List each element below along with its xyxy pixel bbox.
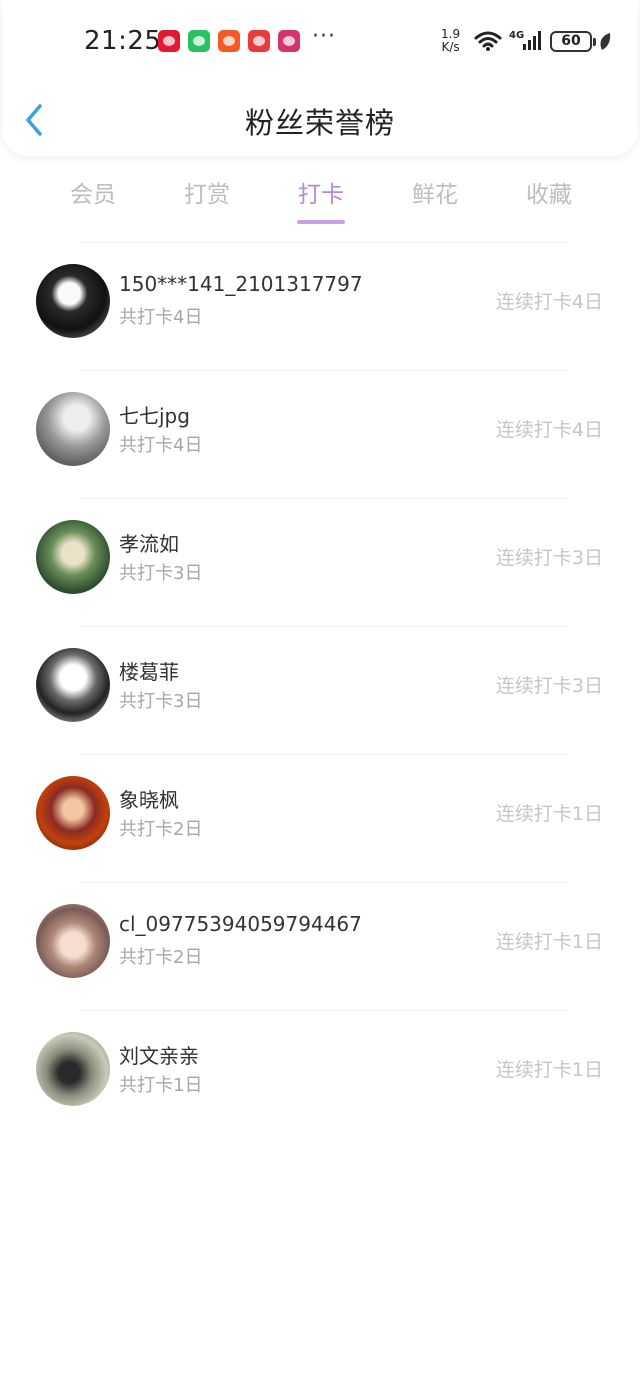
checkin-streak: 连续打卡4日 <box>495 291 603 313</box>
list-item[interactable]: 150***141_2101317797 共打卡4日 连续打卡4日 <box>0 242 640 370</box>
list-item[interactable]: 刘文亲亲 共打卡1日 连续打卡1日 <box>0 1010 640 1138</box>
tab-label: 打卡 <box>298 182 344 208</box>
user-name: 楼葛菲 <box>119 660 179 684</box>
page-title: 粉丝荣誉榜 <box>244 106 395 140</box>
status-time: 21:25 <box>84 26 162 56</box>
network-speed: 1.9 K/s <box>441 28 460 54</box>
list-item[interactable]: 孝流如 共打卡3日 连续打卡3日 <box>0 498 640 626</box>
user-name: 孝流如 <box>119 532 179 556</box>
tab-tips[interactable]: 打赏 <box>150 170 264 226</box>
list-item[interactable]: cl_09775394059794467 共打卡2日 连续打卡1日 <box>0 882 640 1010</box>
avatar[interactable] <box>36 648 110 722</box>
avatar[interactable] <box>36 1032 110 1106</box>
checkin-ranking-list: 150***141_2101317797 共打卡4日 连续打卡4日 七七jpg … <box>0 242 640 1138</box>
tab-label: 会员 <box>70 182 116 208</box>
total-checkins: 共打卡3日 <box>119 691 203 712</box>
tab-label: 收藏 <box>526 182 572 208</box>
tab-label: 鲜花 <box>412 182 458 208</box>
total-checkins: 共打卡2日 <box>119 947 203 968</box>
checkin-streak: 连续打卡4日 <box>495 419 603 441</box>
huawei-icon <box>278 30 300 52</box>
checkin-streak: 连续打卡3日 <box>495 547 603 569</box>
jd-icon <box>248 30 270 52</box>
ranking-tabs: 会员 打赏 打卡 鲜花 收藏 <box>36 170 606 226</box>
cellular-signal-icon: 4G <box>509 30 541 50</box>
avatar[interactable] <box>36 520 110 594</box>
checkin-streak: 连续打卡1日 <box>495 931 603 953</box>
tab-checkin[interactable]: 打卡 <box>264 170 378 226</box>
total-checkins: 共打卡1日 <box>119 1075 203 1096</box>
user-name: cl_09775394059794467 <box>119 912 362 936</box>
network-speed-unit: K/s <box>441 40 460 54</box>
total-checkins: 共打卡4日 <box>119 435 203 456</box>
user-name: 七七jpg <box>119 404 190 428</box>
user-name: 刘文亲亲 <box>119 1044 199 1068</box>
total-checkins: 共打卡4日 <box>119 307 203 328</box>
status-bar: 21:25 ··· 1.9 K/s 4G 60 <box>0 0 640 82</box>
avatar[interactable] <box>36 392 110 466</box>
user-name: 150***141_2101317797 <box>119 272 363 296</box>
wechat-icon <box>188 30 210 52</box>
tab-members[interactable]: 会员 <box>36 170 150 226</box>
active-tab-indicator <box>297 220 345 224</box>
list-item[interactable]: 楼葛菲 共打卡3日 连续打卡3日 <box>0 626 640 754</box>
checkin-streak: 连续打卡1日 <box>495 1059 603 1081</box>
total-checkins: 共打卡3日 <box>119 563 203 584</box>
list-item[interactable]: 七七jpg 共打卡4日 连续打卡4日 <box>0 370 640 498</box>
wifi-icon <box>474 31 502 51</box>
avatar[interactable] <box>36 264 110 338</box>
tab-label: 打赏 <box>184 182 230 208</box>
avatar[interactable] <box>36 904 110 978</box>
power-saving-leaf-icon <box>600 33 611 50</box>
more-notifications-icon: ··· <box>312 24 336 49</box>
tmall-icon <box>158 30 180 52</box>
tab-favorites[interactable]: 收藏 <box>492 170 606 226</box>
checkin-streak: 连续打卡1日 <box>495 803 603 825</box>
total-checkins: 共打卡2日 <box>119 819 203 840</box>
user-name: 象晓枫 <box>119 788 179 812</box>
tab-flowers[interactable]: 鲜花 <box>378 170 492 226</box>
taobao-icon <box>218 30 240 52</box>
battery-indicator: 60 <box>550 31 596 52</box>
avatar[interactable] <box>36 776 110 850</box>
checkin-streak: 连续打卡3日 <box>495 675 603 697</box>
list-item[interactable]: 象晓枫 共打卡2日 连续打卡1日 <box>0 754 640 882</box>
network-type: 4G <box>509 30 524 41</box>
notification-icons <box>158 30 300 52</box>
